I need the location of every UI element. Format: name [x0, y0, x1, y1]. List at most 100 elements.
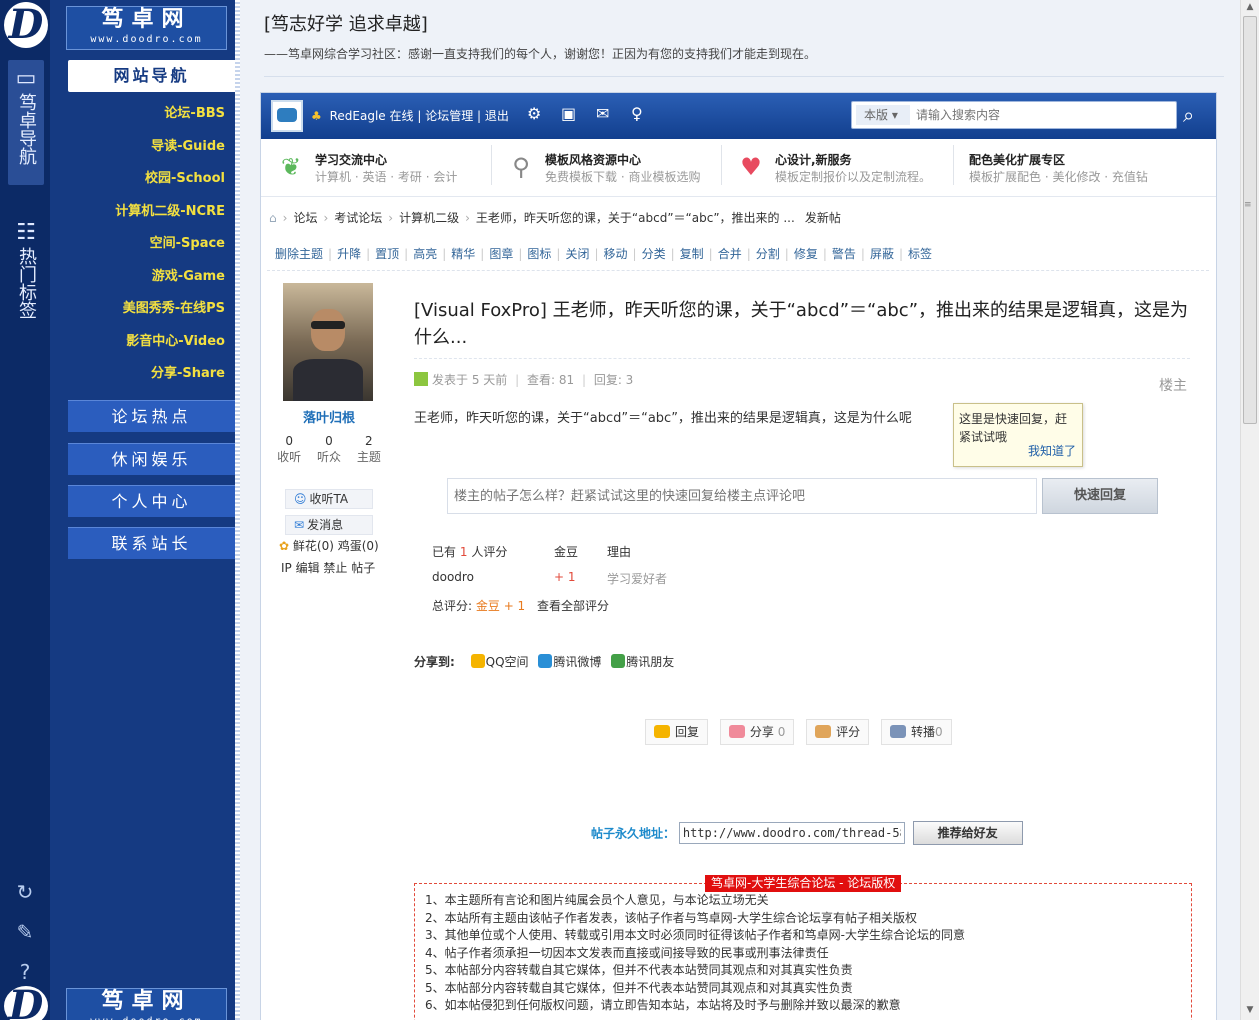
lightbulb-icon[interactable]: ♀	[631, 104, 643, 123]
nav-block-personal[interactable]: 个人中心	[68, 485, 235, 517]
tooltip-dismiss[interactable]: 我知道了	[1028, 442, 1076, 460]
breadcrumb-forum[interactable]: 论坛	[293, 211, 317, 225]
notes-icon[interactable]: ✎	[12, 920, 38, 944]
mod-icon[interactable]: 图标	[527, 247, 551, 261]
nav-link-game[interactable]: 游戏-Game	[50, 263, 225, 296]
envelope-icon: ✉	[294, 518, 305, 532]
nav-link-video[interactable]: 影音中心-Video	[50, 328, 225, 361]
nav-link-space[interactable]: 空间-Space	[50, 230, 225, 263]
username-link[interactable]: RedEagle	[330, 109, 386, 123]
home-icon[interactable]: ⌂	[269, 211, 277, 225]
rate-button[interactable]: 评分	[806, 719, 870, 745]
nav-heading: 网站导航	[68, 60, 235, 92]
quick-reply-button[interactable]: 快速回复	[1042, 478, 1158, 514]
left-icon-rail: D ▭ 笃卓导航 ☷ 热门标签 ↻ ✎ ? D	[0, 0, 50, 1020]
mod-close[interactable]: 关闭	[565, 247, 589, 261]
brand-url-bottom: www.doodro.com	[67, 1015, 226, 1020]
nav-link-school[interactable]: 校园-School	[50, 165, 225, 198]
mod-copy[interactable]: 复制	[680, 247, 704, 261]
brand-banner-bottom[interactable]: 笃卓网 www.doodro.com	[66, 988, 227, 1020]
mod-highlight[interactable]: 高亮	[413, 247, 437, 261]
mod-move[interactable]: 移动	[604, 247, 628, 261]
nav-link-ncre[interactable]: 计算机二级-NCRE	[50, 198, 225, 231]
brand-banner[interactable]: 笃卓网 www.doodro.com	[66, 6, 227, 50]
rail-tab-hot-tags[interactable]: ☷ 热门标签	[8, 220, 44, 322]
reply-bubble-icon	[654, 725, 670, 738]
flower-icon[interactable]: ✿	[279, 539, 289, 553]
nav-link-guide[interactable]: 导读-Guide	[50, 133, 225, 166]
author-photo[interactable]	[283, 283, 373, 401]
mod-split[interactable]: 分割	[756, 247, 780, 261]
mod-tag[interactable]: 标签	[908, 247, 932, 261]
rail-tab-navigation[interactable]: ▭ 笃卓导航	[8, 60, 44, 185]
share-qzone[interactable]: QQ空间	[486, 655, 529, 669]
copyright-item: 1、本主题所有言论和图片纯属会员个人意见，与本论坛立场无关	[425, 893, 769, 907]
breadcrumb-ncre[interactable]: 计算机二级	[399, 211, 459, 225]
recommend-button[interactable]: 推荐给好友	[912, 821, 1023, 845]
mail-icon[interactable]: ✉	[596, 104, 609, 123]
breadcrumb-exam-forum[interactable]: 考试论坛	[334, 211, 382, 225]
repost-button[interactable]: 转播0	[881, 719, 952, 745]
scroll-thumb[interactable]	[1243, 16, 1257, 424]
category-desc: 模板扩展配色 · 美化修改 · 充值钻	[969, 170, 1148, 184]
mod-shield[interactable]: 屏蔽	[870, 247, 894, 261]
scroll-grip-icon: ≡	[1244, 200, 1252, 210]
mod-repair[interactable]: 修复	[794, 247, 818, 261]
share-button[interactable]: 分享 0	[719, 719, 795, 745]
qzone-icon[interactable]	[470, 654, 485, 668]
logout-link[interactable]: 退出	[485, 109, 509, 123]
author-stat-followers[interactable]: 0 听众	[311, 433, 347, 465]
title-divider	[414, 358, 1190, 359]
nav-block-leisure[interactable]: 休闲娱乐	[68, 443, 235, 475]
author-stat-following[interactable]: 0 收听	[271, 433, 307, 465]
new-thread-link[interactable]: 发新帖	[805, 211, 841, 225]
site-logo-bottom-icon[interactable]: D	[4, 986, 48, 1020]
tencent-weibo-icon[interactable]	[538, 654, 553, 668]
author-name[interactable]: 落叶归根	[269, 407, 389, 426]
quick-reply-input[interactable]	[447, 478, 1037, 514]
nav-link-online-ps[interactable]: 美图秀秀-在线PS	[50, 295, 225, 328]
search-input[interactable]	[916, 105, 1166, 125]
permalink-input[interactable]	[678, 822, 905, 844]
author-stat-threads[interactable]: 2 主题	[351, 433, 387, 465]
image-icon[interactable]: ▣	[561, 104, 576, 123]
search-scope-select[interactable]: 本版 ▾	[856, 105, 910, 125]
page-scrollbar[interactable]: ▲ ≡ ▼	[1240, 0, 1259, 1020]
scroll-down-icon[interactable]: ▼	[1243, 1005, 1257, 1015]
mod-merge[interactable]: 合并	[718, 247, 742, 261]
search-icon[interactable]: ⌕	[1183, 103, 1194, 127]
nav-link-list: 论坛-BBS 导读-Guide 校园-School 计算机二级-NCRE 空间-…	[50, 100, 225, 393]
nav-block-forum-hot[interactable]: 论坛热点	[68, 400, 235, 432]
settings-gear-icon[interactable]: ⚙	[527, 104, 541, 123]
user-avatar[interactable]	[271, 100, 303, 132]
scroll-up-icon[interactable]: ▲	[1243, 2, 1257, 12]
help-icon[interactable]: ?	[12, 960, 38, 984]
online-status: 在线	[389, 109, 414, 123]
send-message-button[interactable]: ✉ 发消息	[285, 515, 373, 535]
view-all-ratings-link[interactable]: 查看全部评分	[537, 599, 609, 613]
tencent-friends-icon[interactable]	[611, 654, 626, 668]
rating-user[interactable]: doodro	[432, 570, 474, 584]
mod-digest[interactable]: 精华	[451, 247, 475, 261]
mod-stamp[interactable]: 图章	[489, 247, 513, 261]
follow-button[interactable]: ☺ 收听TA	[285, 489, 373, 509]
mod-classify[interactable]: 分类	[642, 247, 666, 261]
site-logo-icon[interactable]: D	[4, 2, 48, 48]
forum-manage-link[interactable]: 论坛管理	[425, 109, 473, 123]
mod-warn[interactable]: 警告	[832, 247, 856, 261]
copyright-item: 5、本帖部分内容转载自其它媒体，但并不代表本站赞同其观点和对其真实性负责	[425, 980, 853, 995]
breadcrumb-thread[interactable]: 王老师，昨天听您的课，关于“abcd”＝“abc”，推出来的 ...	[476, 211, 795, 225]
share-weibo[interactable]: 腾讯微博	[553, 655, 601, 669]
mod-bump[interactable]: 升降	[337, 247, 361, 261]
share-heart-icon	[728, 725, 745, 738]
reply-button[interactable]: 回复	[645, 719, 709, 745]
mod-delete[interactable]: 删除主题	[275, 247, 323, 261]
nav-link-bbs[interactable]: 论坛-BBS	[50, 100, 225, 133]
nav-block-contact[interactable]: 联系站长	[68, 527, 235, 559]
refresh-icon[interactable]: ↻	[12, 880, 38, 904]
mod-sticky[interactable]: 置顶	[375, 247, 399, 261]
share-friends[interactable]: 腾讯朋友	[626, 655, 674, 669]
author-admin-links[interactable]: IP 编辑 禁止 帖子	[281, 559, 375, 576]
brand-url: www.doodro.com	[90, 34, 203, 45]
nav-link-share[interactable]: 分享-Share	[50, 360, 225, 393]
